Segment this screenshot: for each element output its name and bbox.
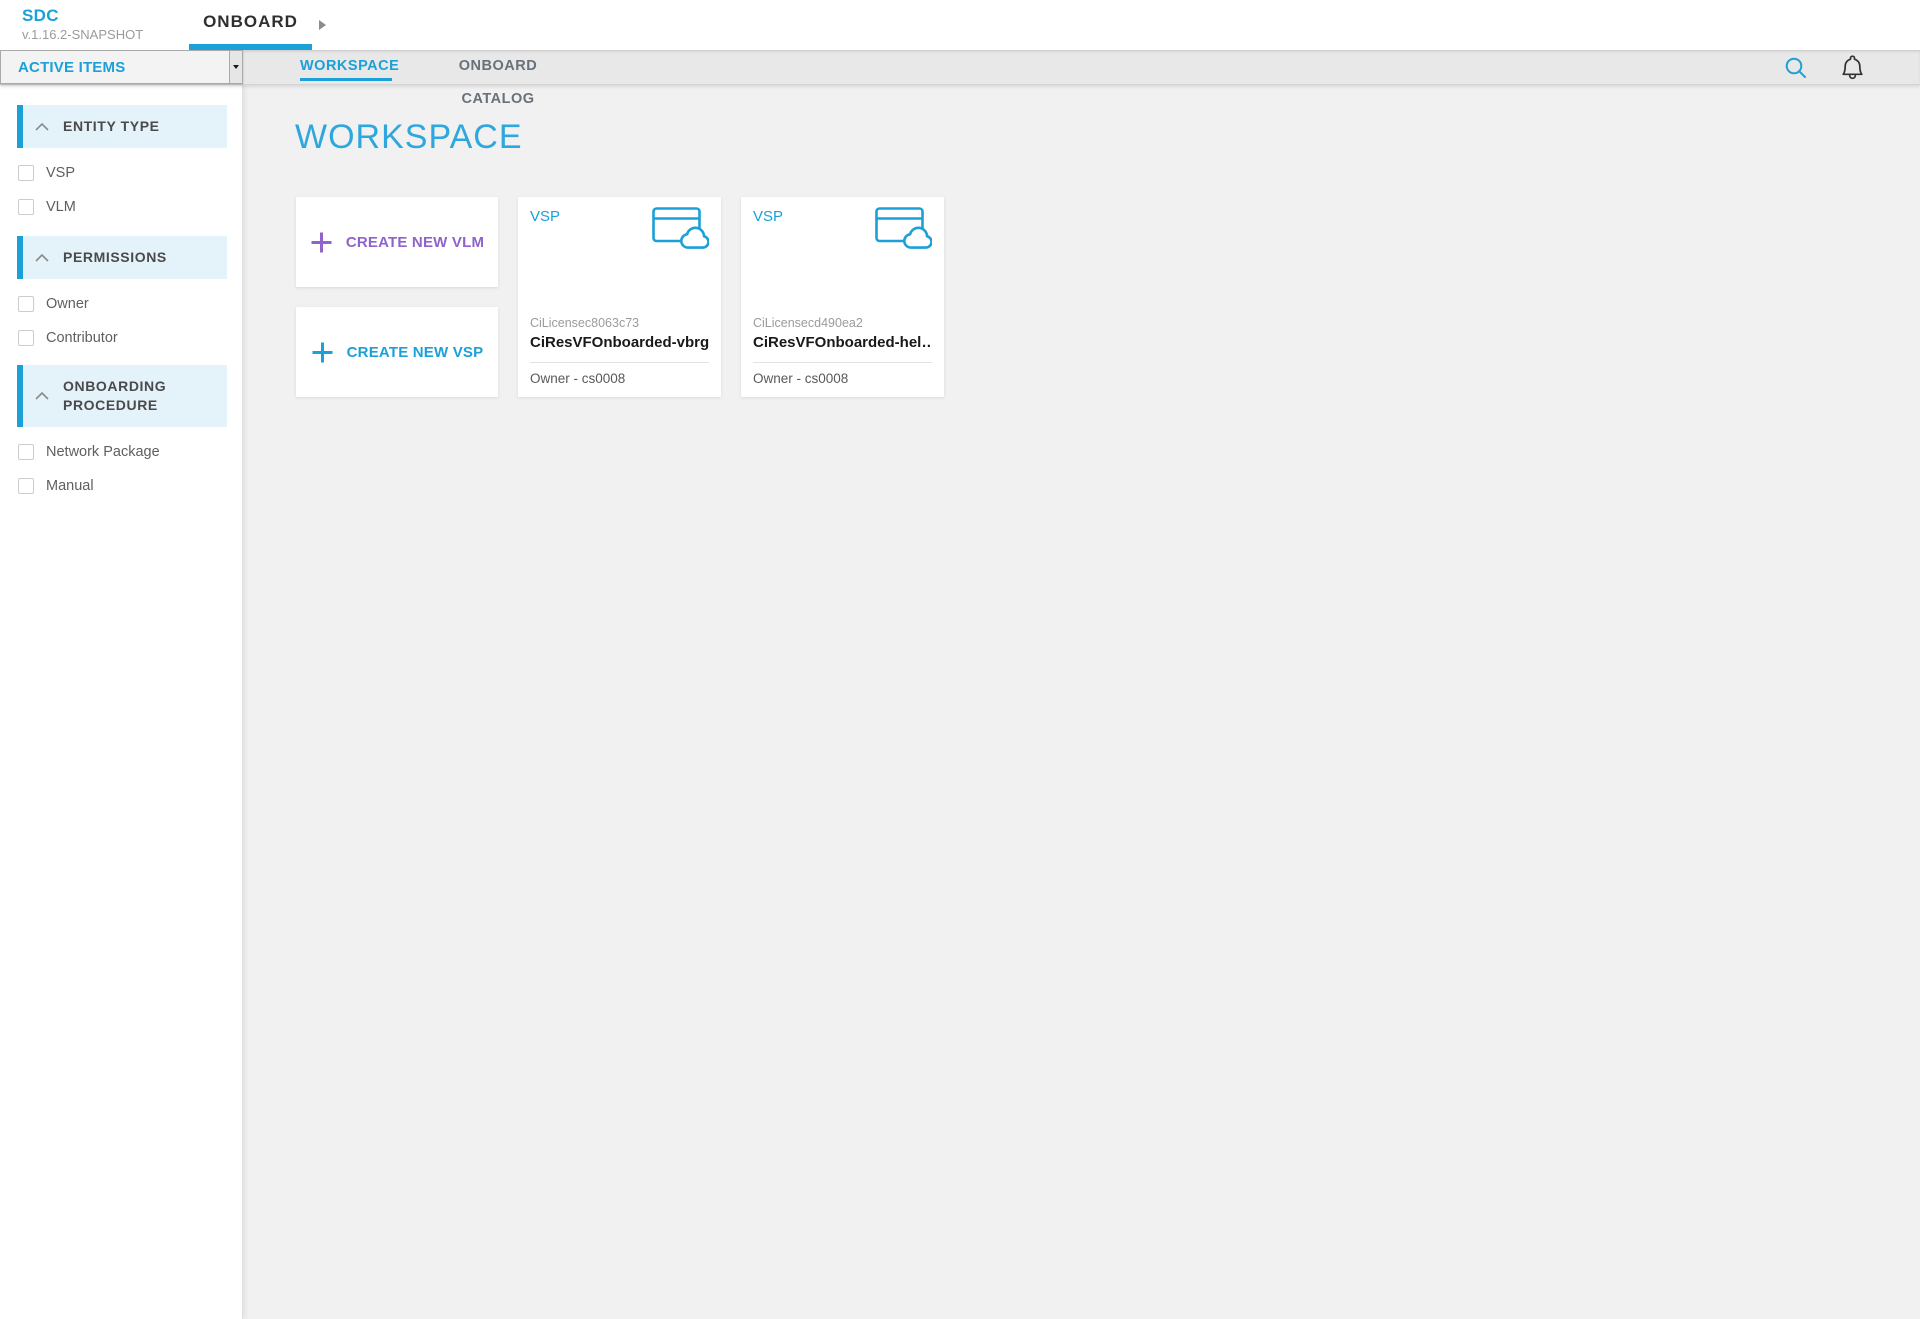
filter-item-label: Contributor [46, 329, 118, 346]
network-package-checkbox[interactable] [18, 443, 34, 460]
caret-down-icon [233, 65, 239, 69]
app-logo[interactable]: SDC v.1.16.2-SNAPSHOT [22, 6, 143, 42]
card-name: CiResVFOnboarded-hel… [753, 334, 932, 351]
main-content: WORKSPACE CREATE NEW VLM CREATE NEW VSP … [244, 85, 1920, 1319]
tab-workspace[interactable]: WORKSPACE [300, 50, 399, 81]
card-vendor: CiLicensecd490ea2 [753, 316, 863, 330]
filter-item-label: Network Package [46, 443, 160, 460]
section-title: ENTITY TYPE [63, 118, 160, 134]
card-name: CiResVFOnboarded-vbrg… [530, 334, 709, 351]
filter-item-manual: Manual [18, 477, 242, 494]
manual-checkbox[interactable] [18, 477, 34, 494]
filter-item-label: Manual [46, 477, 94, 494]
vsp-card[interactable]: VSP CiLicensec8063c73 CiResVFOnboarded-v… [518, 197, 721, 397]
create-new-vsp-button[interactable]: CREATE NEW VSP [296, 307, 498, 397]
filter-item-network-package: Network Package [18, 443, 242, 460]
filter-item-contributor: Contributor [18, 329, 242, 346]
section-title: ONBOARDING PROCEDURE [63, 378, 167, 413]
card-vendor: CiLicensec8063c73 [530, 316, 640, 330]
notifications-bell-icon[interactable] [1839, 53, 1866, 82]
card-divider [530, 362, 709, 363]
contributor-checkbox[interactable] [18, 329, 34, 346]
create-buttons-column: CREATE NEW VLM CREATE NEW VSP [296, 197, 498, 397]
vsp-card[interactable]: VSP CiLicensecd490ea2 CiResVFOnboarded-h… [741, 197, 944, 397]
tab-onboard-catalog[interactable]: ONBOARD CATALOG [428, 50, 568, 107]
logo-title: SDC [22, 6, 59, 25]
filter-item-vsp: VSP [18, 164, 242, 181]
active-items-select-value: ACTIVE ITEMS [18, 58, 126, 76]
create-button-label: CREATE NEW VSP [346, 343, 484, 361]
cards-grid: CREATE NEW VLM CREATE NEW VSP VSP CiLice… [296, 197, 944, 397]
plus-icon [312, 342, 333, 362]
vlm-checkbox[interactable] [18, 198, 34, 215]
card-info: CiLicensecd490ea2 CiResVFOnboarded-hel… … [753, 315, 932, 386]
filter-item-label: VLM [46, 198, 76, 215]
page-title: WORKSPACE [295, 118, 523, 156]
filter-item-label: Owner [46, 295, 89, 312]
create-new-vlm-button[interactable]: CREATE NEW VLM [296, 197, 498, 287]
chevron-up-icon [35, 253, 49, 262]
filter-item-label: VSP [46, 164, 76, 181]
section-header-entity-type[interactable]: ENTITY TYPE [17, 105, 227, 148]
card-owner: Owner - cs0008 [753, 371, 849, 386]
toolbar: ACTIVE ITEMS WORKSPACE ONBOARD CATALOG [0, 50, 1920, 107]
plus-icon [311, 232, 332, 252]
vsp-checkbox[interactable] [18, 164, 34, 181]
app-header: SDC v.1.16.2-SNAPSHOT ONBOARD [0, 0, 1920, 50]
nav-expand-arrow-icon[interactable] [319, 20, 326, 30]
section-header-onboarding-procedure[interactable]: ONBOARDING PROCEDURE [17, 365, 227, 427]
chevron-up-icon [35, 122, 49, 131]
card-info: CiLicensec8063c73 CiResVFOnboarded-vbrg…… [530, 315, 709, 386]
section-header-permissions[interactable]: PERMISSIONS [17, 236, 227, 279]
nav-tab-onboard[interactable]: ONBOARD [189, 0, 312, 50]
search-icon[interactable] [1784, 56, 1808, 80]
select-dropdown-button[interactable] [229, 51, 242, 83]
browser-cloud-icon [875, 207, 932, 249]
filter-sidebar: ENTITY TYPE VSP VLM PERMISSIONS Owner Co… [0, 85, 243, 1319]
card-divider [753, 362, 932, 363]
owner-checkbox[interactable] [18, 295, 34, 312]
active-items-select[interactable]: ACTIVE ITEMS [0, 50, 243, 84]
filter-item-vlm: VLM [18, 198, 242, 215]
create-button-label: CREATE NEW VLM [345, 233, 485, 251]
filter-item-owner: Owner [18, 295, 242, 312]
logo-version: v.1.16.2-SNAPSHOT [22, 27, 144, 42]
section-title: PERMISSIONS [63, 249, 167, 265]
card-owner: Owner - cs0008 [530, 371, 626, 386]
browser-cloud-icon [652, 207, 709, 249]
chevron-up-icon [35, 392, 49, 400]
